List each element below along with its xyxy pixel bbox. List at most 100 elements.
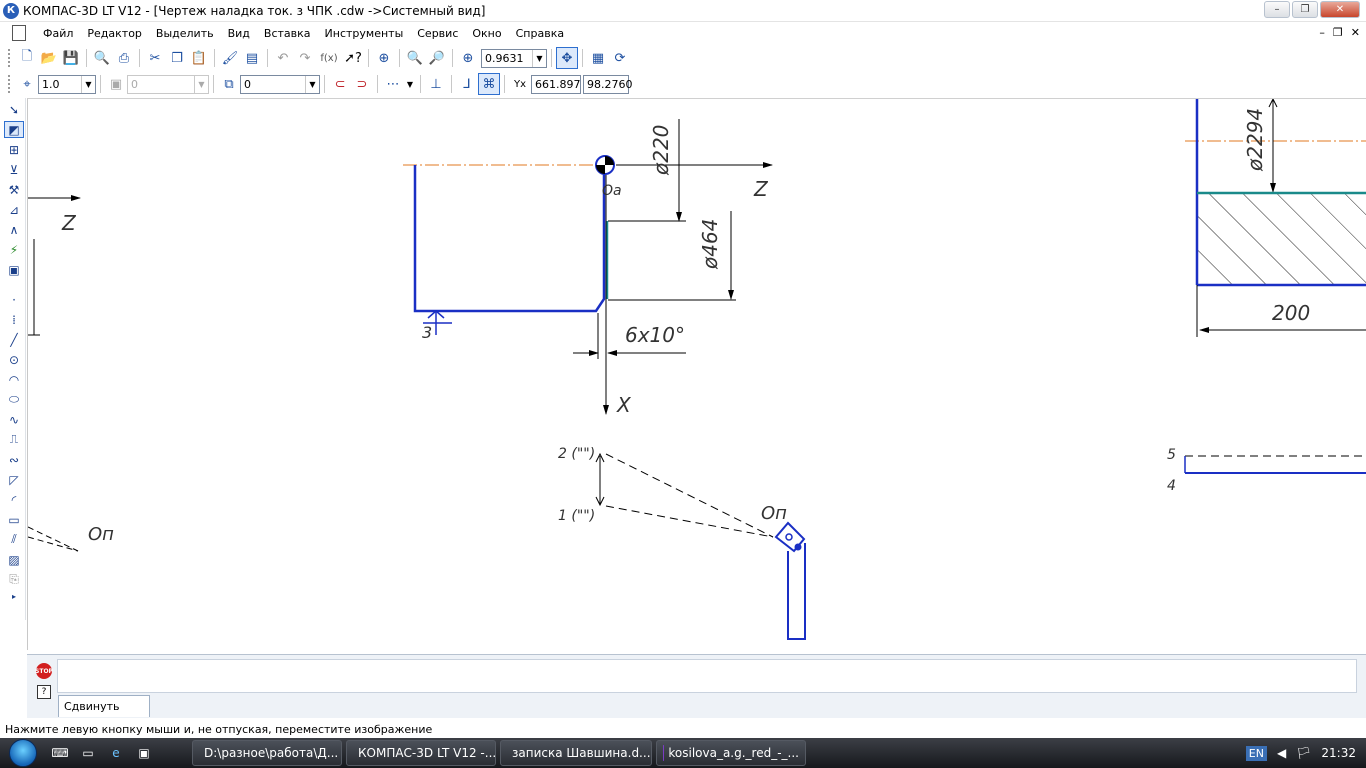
minimize-button[interactable]: – <box>1264 1 1290 18</box>
ellipse-icon[interactable]: ⬭ <box>4 391 24 408</box>
menu-insert[interactable]: Вставка <box>257 27 318 40</box>
toolbar-grip[interactable] <box>8 49 12 67</box>
chevron-down-icon[interactable]: ▼ <box>305 75 319 93</box>
fx-icon[interactable]: f(x) <box>316 47 342 69</box>
mdi-restore-button[interactable]: ❐ <box>1333 26 1343 39</box>
selection-arrow-icon[interactable]: ➘ <box>4 101 24 118</box>
arc-icon[interactable]: ◠ <box>4 371 24 388</box>
point-icon[interactable]: · <box>4 291 24 308</box>
cut-icon[interactable]: ✂ <box>144 47 166 69</box>
local-snap-icon[interactable]: ⊃ <box>351 73 373 95</box>
snap-step-icon[interactable]: ⌖ <box>16 73 38 95</box>
help-icon[interactable]: ? <box>37 685 51 699</box>
close-button[interactable]: ✕ <box>1320 1 1360 18</box>
keyboard-layout-icon[interactable]: ⌨ <box>49 742 71 764</box>
print-icon[interactable]: ⎙ <box>113 47 135 69</box>
coordinates-icon[interactable]: Yx <box>509 73 531 95</box>
maximize-button[interactable]: ❐ <box>1292 1 1318 18</box>
media-icon[interactable]: ▣ <box>133 742 155 764</box>
grid-icon[interactable]: ⋯ <box>382 73 404 95</box>
style-icon[interactable]: ▣ <box>105 73 127 95</box>
circle-icon[interactable]: ⊙ <box>4 351 24 368</box>
bezier-icon[interactable]: ∾ <box>4 451 24 468</box>
spline-icon[interactable]: ∿ <box>4 411 24 428</box>
menu-file[interactable]: Файл <box>36 27 80 40</box>
new-document-icon[interactable]: 🗋 <box>16 47 38 69</box>
properties-icon[interactable]: ▤ <box>241 47 263 69</box>
magnet-snap-icon[interactable]: ⊂ <box>329 73 351 95</box>
zoom-combo[interactable]: 0.9631 ▼ <box>481 48 547 68</box>
manager-icon[interactable]: ▦ <box>587 47 609 69</box>
coord-y-field[interactable]: 98.2760 <box>583 74 633 94</box>
internet-explorer-icon[interactable]: e <box>105 742 127 764</box>
pan-icon[interactable]: ✥ <box>556 47 578 69</box>
parametrization-panel-icon[interactable]: ⊿ <box>4 201 24 218</box>
stop-icon[interactable]: STOP <box>35 663 53 679</box>
zoom-window-icon[interactable]: ⊕ <box>373 47 395 69</box>
coord-x-field[interactable]: 661.897 <box>531 74 581 94</box>
snap-round-icon[interactable]: ⌘ <box>478 73 500 95</box>
menu-select[interactable]: Выделить <box>149 27 221 40</box>
chevron-down-icon[interactable]: ▼ <box>81 75 95 93</box>
clock[interactable]: 21:32 <box>1321 746 1356 760</box>
menu-service[interactable]: Сервис <box>410 27 465 40</box>
local-cs-icon[interactable]: ⊥ <box>425 73 447 95</box>
spec-panel-icon[interactable]: ▣ <box>4 261 24 278</box>
chevron-down-icon[interactable]: ▼ <box>532 49 546 67</box>
document-icon[interactable] <box>12 25 26 41</box>
property-area[interactable] <box>57 659 1357 693</box>
select-panel-icon[interactable]: ⚡ <box>4 241 24 258</box>
zoom-scale-icon[interactable]: ⊕ <box>457 47 479 69</box>
print-preview-icon[interactable]: 🔍 <box>91 47 113 69</box>
menu-window[interactable]: Окно <box>465 27 508 40</box>
layer-combo[interactable]: 0 ▼ <box>240 74 320 94</box>
polyline-icon[interactable]: ⎍ <box>4 431 24 448</box>
task-kompas[interactable]: КОМПАС-3D LT V12 -... <box>346 740 496 766</box>
start-button[interactable] <box>0 738 46 768</box>
layers-icon[interactable]: ⧉ <box>218 73 240 95</box>
menu-view[interactable]: Вид <box>221 27 257 40</box>
format-painter-icon[interactable]: 🖌 <box>219 47 241 69</box>
show-desktop-icon[interactable]: ▭ <box>77 742 99 764</box>
aux-line-icon[interactable]: ⁞ <box>4 311 24 328</box>
zoom-out-icon[interactable]: 🔎 <box>426 47 448 69</box>
mdi-minimize-button[interactable]: – <box>1319 26 1325 39</box>
menu-help[interactable]: Справка <box>509 27 571 40</box>
geometry-panel-icon[interactable]: ◩ <box>4 121 24 138</box>
dimensions-panel-icon[interactable]: ⊞ <box>4 141 24 158</box>
open-icon[interactable]: 📂 <box>38 47 60 69</box>
task-explorer[interactable]: D:\разное\работа\Д... <box>192 740 342 766</box>
task-word[interactable]: записка Шавшина.d... <box>500 740 652 766</box>
rectangle-icon[interactable]: ▭ <box>4 511 24 528</box>
zoom-in-icon[interactable]: 🔍 <box>404 47 426 69</box>
hatch-icon[interactable]: ▨ <box>4 551 24 568</box>
help-pointer-icon[interactable]: ➚? <box>342 47 364 69</box>
chevron-down-icon[interactable]: ▼ <box>404 73 416 95</box>
save-icon[interactable]: 💾 <box>60 47 82 69</box>
segment-icon[interactable]: ╱ <box>4 331 24 348</box>
edit-panel-icon[interactable]: ⚒ <box>4 181 24 198</box>
measure-panel-icon[interactable]: ∧ <box>4 221 24 238</box>
menu-tools[interactable]: Инструменты <box>318 27 411 40</box>
copy-icon[interactable]: ❐ <box>166 47 188 69</box>
designations-panel-icon[interactable]: ⊻ <box>4 161 24 178</box>
collect-contour-icon[interactable]: ⎘ <box>4 571 24 588</box>
undo-icon[interactable]: ↶ <box>272 47 294 69</box>
panel-expand-icon[interactable]: ▸ <box>4 591 24 601</box>
tab-pan[interactable]: Сдвинуть <box>58 695 150 717</box>
refresh-icon[interactable]: ⟳ <box>609 47 631 69</box>
fillet-icon[interactable]: ◜ <box>4 491 24 508</box>
task-document[interactable]: kosilova_a.g._red_-_... <box>656 740 806 766</box>
paste-icon[interactable]: 📋 <box>188 47 210 69</box>
menu-edit[interactable]: Редактор <box>80 27 149 40</box>
toolbar-grip[interactable] <box>8 75 12 93</box>
drawing-canvas[interactable]: Z Оп Оа Z X ø220 ø464 6x10° 3 2 ("") 1 (… <box>27 98 1366 650</box>
mdi-close-button[interactable]: ✕ <box>1351 26 1360 39</box>
redo-icon[interactable]: ↷ <box>294 47 316 69</box>
ortho-mode-icon[interactable]: ⅃ <box>456 73 478 95</box>
flag-icon[interactable]: 🏳 <box>1296 746 1311 760</box>
chamfer-icon[interactable]: ◸ <box>4 471 24 488</box>
language-indicator[interactable]: EN <box>1245 745 1267 761</box>
tray-expand-icon[interactable]: ◀ <box>1277 746 1286 760</box>
equidistant-icon[interactable]: ⫽ <box>4 531 24 548</box>
